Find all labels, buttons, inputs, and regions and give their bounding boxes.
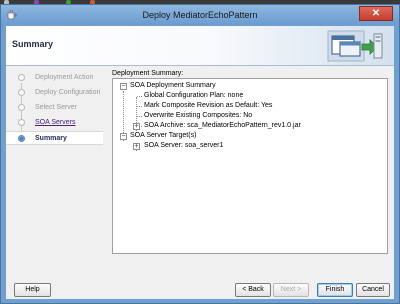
tree-node-overwrite[interactable]: Overwrite Existing Composites: No (144, 111, 252, 121)
step-label: Select Server (35, 104, 78, 111)
step-bullet-icon (18, 74, 25, 81)
wizard-footer: Help < Back Next > Finish Cancel (6, 276, 394, 299)
step-select-server[interactable]: Select Server (6, 101, 103, 115)
tree-node-server-targets[interactable]: SOA Server Target(s) (130, 131, 196, 141)
wizard-steps-panel: Deployment Action Deploy Configuration S… (6, 67, 103, 299)
summary-content: Deployment Summary: − SOA Deployment Sum… (104, 67, 394, 299)
tree-line (137, 116, 142, 117)
back-button[interactable]: < Back (235, 283, 271, 297)
step-label: Deployment Action (35, 74, 94, 81)
tree-node-deployment-summary[interactable]: SOA Deployment Summary (130, 81, 216, 91)
tree-node-soa-server[interactable]: SOA Server: soa_server1 (144, 141, 223, 151)
expand-toggle-icon[interactable]: + (133, 123, 140, 130)
window-title: Deploy MediatorEchoPattern (142, 10, 258, 20)
collapse-toggle-icon[interactable]: − (120, 83, 127, 90)
step-soa-servers[interactable]: SOA Servers (6, 116, 103, 130)
tree-node-mark-default[interactable]: Mark Composite Revision as Default: Yes (144, 101, 272, 111)
deployment-summary-tree[interactable]: − SOA Deployment Summary Global Configur… (112, 78, 388, 254)
dialog-client-area: Summary Deployment Action Deploy Configu… (6, 26, 394, 299)
wizard-header: Summary (6, 26, 394, 66)
step-label: Deploy Configuration (35, 89, 101, 96)
tree-line (137, 106, 142, 107)
tree-node-soa-archive[interactable]: SOA Archive: sca_MediatorEchoPattern_rev… (144, 121, 301, 131)
deployment-summary-label: Deployment Summary: (112, 70, 184, 77)
step-deploy-configuration[interactable]: Deploy Configuration (6, 86, 103, 100)
step-bullet-icon (18, 89, 25, 96)
finish-button[interactable]: Finish (317, 283, 353, 297)
tree-node-config-plan[interactable]: Global Configuration Plan: none (144, 91, 243, 101)
next-button[interactable]: Next > (273, 283, 309, 297)
tree-line (137, 96, 142, 97)
help-button[interactable]: Help (14, 283, 51, 297)
step-summary[interactable]: Summary (6, 131, 103, 145)
step-deployment-action[interactable]: Deployment Action (6, 71, 103, 85)
close-button[interactable]: ✕ (359, 6, 393, 21)
deploy-dialog: Deploy MediatorEchoPattern ✕ Summary Dep (0, 4, 400, 304)
expand-toggle-icon[interactable]: + (133, 143, 140, 150)
deploy-wizard-icon (327, 30, 383, 62)
collapse-toggle-icon[interactable]: − (120, 133, 127, 140)
step-bullet-icon (18, 104, 25, 111)
title-bar[interactable]: Deploy MediatorEchoPattern ✕ (1, 5, 399, 25)
page-title: Summary (12, 39, 54, 49)
step-bullet-icon (18, 119, 25, 126)
step-current-bullet-icon (18, 135, 25, 142)
cancel-button[interactable]: Cancel (356, 283, 390, 297)
step-label: SOA Servers (35, 119, 76, 126)
step-label: Summary (35, 135, 67, 142)
